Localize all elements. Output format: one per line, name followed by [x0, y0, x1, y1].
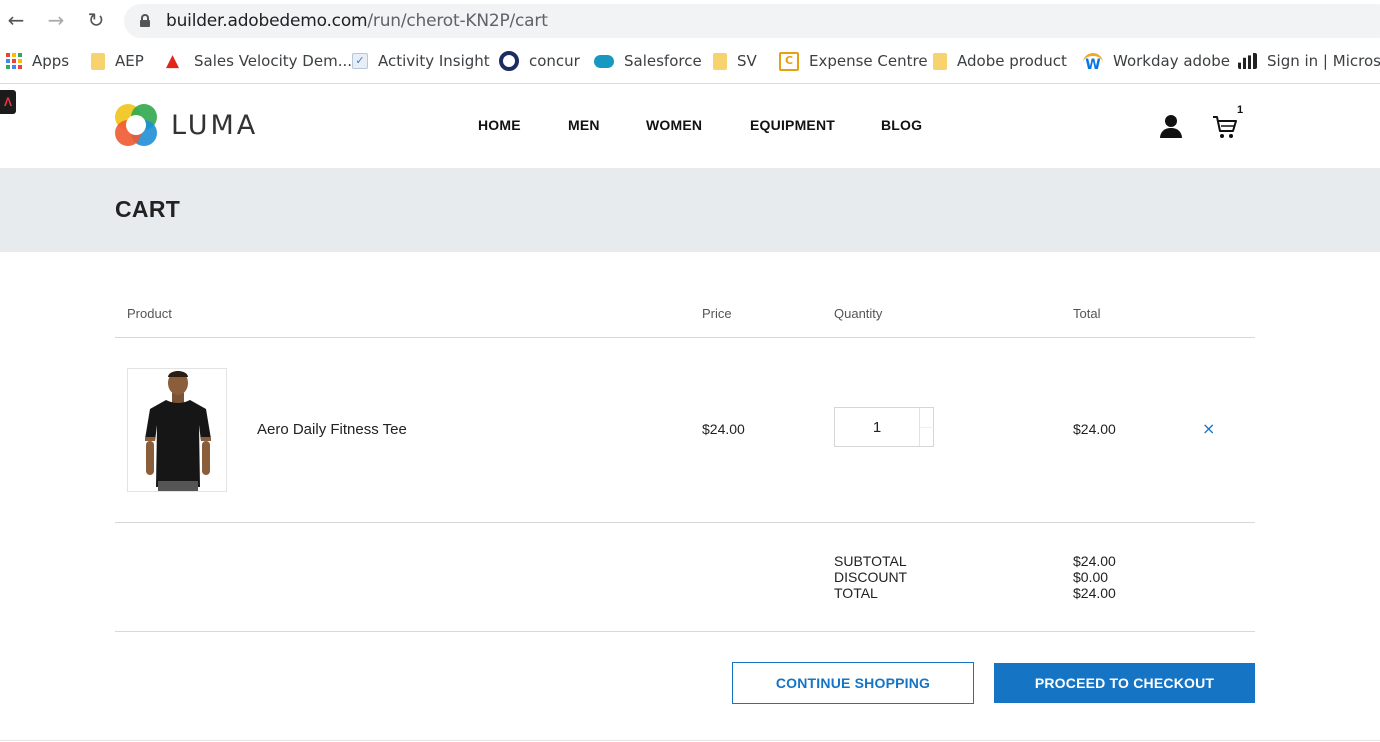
adobe-icon: ▲ — [166, 51, 180, 71]
discount-label: DISCOUNT — [834, 569, 908, 585]
footer-divider — [0, 740, 1380, 741]
column-header-total: Total — [1073, 306, 1101, 321]
total-label: TOTAL — [834, 585, 878, 601]
nav-home[interactable]: HOME — [478, 117, 521, 133]
bookmark-concur[interactable]: concur — [499, 50, 580, 72]
brand-name: LUMA — [171, 109, 259, 141]
reload-icon[interactable]: ↻ — [84, 8, 108, 32]
bookmark-expense-centre[interactable]: C Expense Centre — [779, 50, 928, 72]
column-header-quantity: Quantity — [834, 306, 883, 321]
row-divider — [115, 522, 1255, 523]
account-icon[interactable] — [1159, 114, 1183, 140]
line-total: $24.00 — [1073, 421, 1116, 437]
column-header-price: Price — [702, 306, 732, 321]
bars-icon — [1238, 53, 1257, 69]
product-name[interactable]: Aero Daily Fitness Tee — [257, 421, 407, 438]
nav-men[interactable]: MEN — [568, 117, 600, 133]
bookmarks-bar: Apps AEP ▲ Sales Velocity Dem... ✓ Activ… — [0, 42, 1380, 82]
luma-logo[interactable]: LUMA — [115, 104, 258, 146]
expense-icon: C — [779, 51, 799, 71]
cart-count-badge: 1 — [1237, 104, 1244, 116]
bookmark-sales-velocity[interactable]: ▲ Sales Velocity Dem... — [166, 50, 352, 72]
subtotal-value: $24.00 — [1073, 553, 1116, 569]
concur-icon — [499, 51, 519, 71]
table-header-divider — [115, 337, 1255, 338]
quantity-stepper[interactable] — [834, 407, 934, 447]
folder-icon — [713, 52, 727, 70]
workday-icon: W — [1083, 53, 1103, 73]
remove-item-icon[interactable]: × — [1202, 419, 1215, 438]
apps-grid-icon — [6, 53, 22, 69]
bookmark-sv[interactable]: SV — [713, 50, 757, 72]
bookmark-aep[interactable]: AEP — [91, 50, 144, 72]
cart-icon[interactable] — [1212, 114, 1238, 140]
quantity-input[interactable] — [835, 408, 919, 446]
summary-labels: SUBTOTAL DISCOUNT TOTAL — [834, 553, 907, 601]
address-bar[interactable]: builder.adobedemo.com/run/cherot-KN2P/ca… — [124, 4, 1380, 38]
discount-value: $0.00 — [1073, 569, 1109, 585]
summary-values: $24.00 $0.00 $24.00 — [1073, 553, 1116, 601]
folder-icon — [933, 52, 947, 70]
page-title-band — [0, 168, 1380, 252]
forward-icon[interactable]: → — [44, 8, 68, 32]
checkbox-icon: ✓ — [352, 53, 368, 69]
continue-shopping-button[interactable]: CONTINUE SHOPPING — [732, 662, 974, 704]
quantity-spinner[interactable] — [919, 408, 934, 446]
url-text[interactable]: builder.adobedemo.com/run/cherot-KN2P/ca… — [166, 11, 548, 31]
nav-blog[interactable]: BLOG — [881, 117, 922, 133]
bookmark-apps[interactable]: Apps — [6, 50, 69, 72]
page-title: CART — [115, 196, 181, 222]
tshirt-model-image — [128, 369, 226, 491]
proceed-to-checkout-button[interactable]: PROCEED TO CHECKOUT — [994, 663, 1255, 703]
product-price: $24.00 — [702, 421, 745, 437]
adobe-extension-icon[interactable]: Λ — [0, 90, 16, 114]
bookmark-adobe-product[interactable]: Adobe product — [933, 50, 1067, 72]
bookmark-salesforce[interactable]: Salesforce — [594, 50, 702, 72]
summary-divider — [115, 631, 1255, 632]
bookmark-microsoft[interactable]: Sign in | Microsof — [1238, 50, 1380, 72]
browser-toolbar: ← → ↻ builder.adobedemo.com/run/cherot-K… — [0, 0, 1380, 42]
nav-women[interactable]: WOMEN — [646, 117, 702, 133]
luma-logo-icon — [115, 104, 157, 146]
back-icon[interactable]: ← — [4, 8, 28, 32]
total-value: $24.00 — [1073, 585, 1116, 601]
bookmark-activity-insight[interactable]: ✓ Activity Insight — [352, 50, 490, 72]
subtotal-label: SUBTOTAL — [834, 553, 907, 569]
salesforce-cloud-icon — [594, 54, 614, 68]
nav-equipment[interactable]: EQUIPMENT — [750, 117, 835, 133]
bookmark-workday[interactable]: W Workday adobe — [1083, 50, 1230, 73]
folder-icon — [91, 52, 105, 70]
product-image[interactable] — [127, 368, 227, 492]
lock-icon — [140, 14, 150, 27]
column-header-product: Product — [127, 306, 172, 321]
